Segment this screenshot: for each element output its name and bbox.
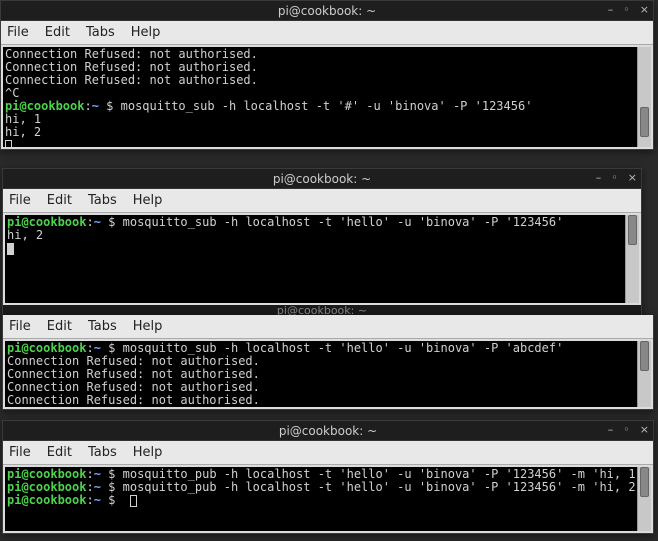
maximize-icon[interactable]: ◦ <box>623 423 630 437</box>
terminal-window-4: pi@cookbook: ~ – ◦ × File Edit Tabs Help… <box>2 420 654 534</box>
menu-edit[interactable]: Edit <box>47 319 72 334</box>
window-controls: – ◦ × <box>608 3 649 17</box>
terminal-window-1: pi@cookbook: ~ – ◦ × File Edit Tabs Help… <box>0 0 654 150</box>
menu-help[interactable]: Help <box>133 319 163 334</box>
menu-edit[interactable]: Edit <box>47 193 72 208</box>
menubar: File Edit Tabs Help <box>3 189 641 213</box>
menu-file[interactable]: File <box>9 319 31 334</box>
scroll-thumb[interactable] <box>640 467 649 497</box>
menu-tabs[interactable]: Tabs <box>88 193 117 208</box>
terminal-output[interactable]: pi@cookbook:~ $ mosquitto_pub -h localho… <box>5 467 637 531</box>
maximize-icon[interactable]: ◦ <box>623 3 630 17</box>
scroll-thumb[interactable] <box>628 215 637 245</box>
close-icon[interactable]: × <box>640 3 649 17</box>
titlebar[interactable]: pi@cookbook: ~ – ◦ × <box>3 169 641 189</box>
menubar: File Edit Tabs Help <box>1 21 653 45</box>
menu-file[interactable]: File <box>9 193 31 208</box>
window-controls: – ◦ × <box>608 423 649 437</box>
minimize-icon[interactable]: – <box>608 3 614 17</box>
window-title: pi@cookbook: ~ <box>279 424 377 438</box>
close-icon[interactable]: × <box>628 171 637 185</box>
menu-tabs[interactable]: Tabs <box>86 25 115 40</box>
maximize-icon[interactable]: ◦ <box>611 171 618 185</box>
menu-file[interactable]: File <box>7 25 29 40</box>
menu-edit[interactable]: Edit <box>45 25 70 40</box>
scroll-thumb[interactable] <box>640 341 649 371</box>
minimize-icon[interactable]: – <box>608 423 614 437</box>
scroll-thumb[interactable] <box>640 107 649 137</box>
menu-help[interactable]: Help <box>133 445 163 460</box>
menu-edit[interactable]: Edit <box>47 445 72 460</box>
menu-help[interactable]: Help <box>133 193 163 208</box>
terminal-window-3: File Edit Tabs Help pi@cookbook:~ $ mosq… <box>2 315 654 410</box>
terminal-output[interactable]: pi@cookbook:~ $ mosquitto_sub -h localho… <box>5 341 637 407</box>
menu-file[interactable]: File <box>9 445 31 460</box>
scrollbar[interactable] <box>637 47 651 147</box>
window-controls: – ◦ × <box>596 171 637 185</box>
menu-tabs[interactable]: Tabs <box>88 319 117 334</box>
window-title: pi@cookbook: ~ <box>278 4 376 18</box>
terminal-output[interactable]: Connection Refused: not authorised. Conn… <box>3 47 637 147</box>
minimize-icon[interactable]: – <box>596 171 602 185</box>
menubar: File Edit Tabs Help <box>3 315 653 339</box>
scrollbar[interactable] <box>637 341 651 407</box>
window-title: pi@cookbook: ~ <box>273 172 371 186</box>
menu-tabs[interactable]: Tabs <box>88 445 117 460</box>
close-icon[interactable]: × <box>640 423 649 437</box>
menubar: File Edit Tabs Help <box>3 441 653 465</box>
scrollbar[interactable] <box>625 215 639 303</box>
terminal-window-2: pi@cookbook: ~ – ◦ × File Edit Tabs Help… <box>2 168 642 318</box>
titlebar[interactable]: pi@cookbook: ~ – ◦ × <box>3 421 653 441</box>
terminal-output[interactable]: pi@cookbook:~ $ mosquitto_sub -h localho… <box>5 215 625 303</box>
titlebar[interactable]: pi@cookbook: ~ – ◦ × <box>1 1 653 21</box>
scrollbar[interactable] <box>637 467 651 531</box>
menu-help[interactable]: Help <box>131 25 161 40</box>
